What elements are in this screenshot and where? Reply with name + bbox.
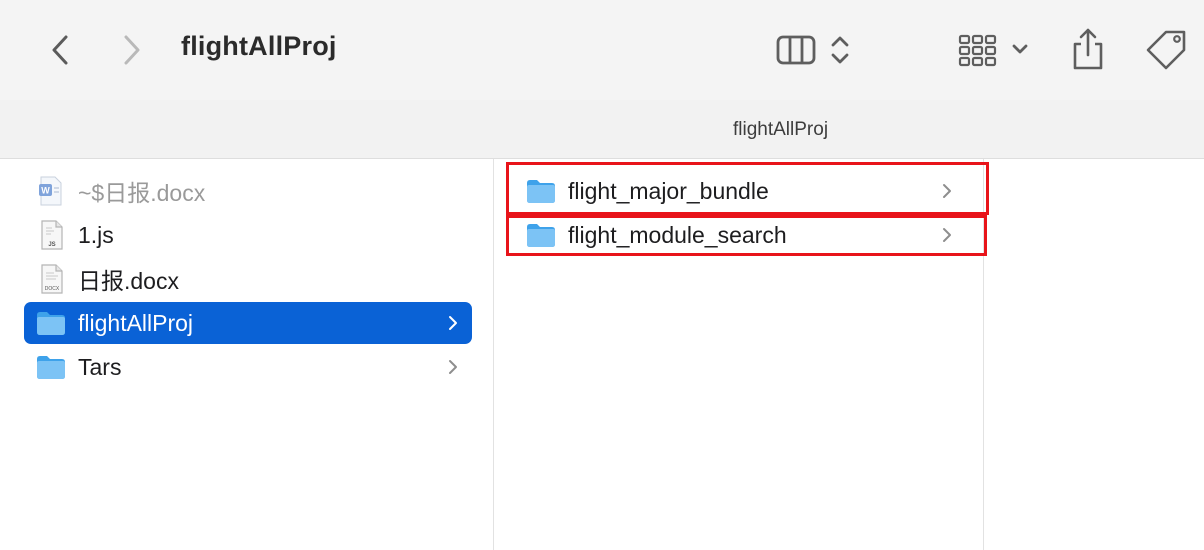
column-view-icon: [776, 35, 849, 65]
chevron-left-icon: [52, 35, 68, 65]
folder-name: Tars: [78, 353, 122, 380]
folder-name: flightAllProj: [78, 309, 194, 336]
chevron-right-icon: [943, 228, 951, 242]
group-by-button[interactable]: [952, 30, 1036, 70]
folder-icon: [36, 352, 66, 382]
folder-name: flight_major_bundle: [568, 177, 769, 204]
list-item[interactable]: DOCX 日报.docx: [24, 258, 472, 300]
back-button[interactable]: [40, 30, 80, 70]
js-file-icon: JS: [36, 220, 66, 250]
file-name: ~$日报.docx: [78, 180, 206, 206]
path-bar-title: flightAllProj: [733, 119, 829, 140]
forward-button[interactable]: [112, 30, 152, 70]
chevron-right-icon: [449, 360, 457, 374]
grid-group-icon: [958, 34, 1028, 67]
list-item[interactable]: flight_major_bundle: [516, 170, 966, 212]
list-item[interactable]: flight_module_search: [516, 214, 966, 256]
chevron-right-icon: [943, 184, 951, 198]
tag-button[interactable]: [1140, 28, 1192, 72]
toolbar: flightAllProj: [0, 0, 1204, 100]
file-name: 1.js: [78, 221, 114, 248]
list-item[interactable]: JS 1.js: [24, 214, 472, 256]
share-button[interactable]: [1066, 26, 1110, 74]
browser-column-2[interactable]: flight_major_bundle flight_module_search: [494, 159, 984, 550]
svg-text:W: W: [41, 186, 50, 196]
folder-icon: [36, 308, 66, 338]
list-item-selected[interactable]: flightAllProj: [24, 302, 472, 344]
path-bar: flightAllProj: [0, 100, 1204, 159]
browser-column-3[interactable]: [984, 159, 1204, 550]
svg-text:JS: JS: [48, 242, 55, 248]
svg-text:DOCX: DOCX: [45, 286, 60, 292]
file-name: 日报.docx: [78, 268, 179, 294]
window-title: flightAllProj: [181, 31, 337, 61]
chevron-right-icon: [449, 316, 457, 330]
view-mode-button[interactable]: [770, 30, 860, 70]
list-item[interactable]: W ~$日报.docx: [24, 170, 472, 212]
folder-icon: [526, 220, 556, 250]
list-item[interactable]: Tars: [24, 346, 472, 388]
docx-file-icon: DOCX: [36, 264, 66, 294]
word-document-icon: W: [36, 176, 66, 206]
chevron-right-icon: [124, 35, 140, 65]
tag-icon: [1146, 30, 1186, 70]
share-icon: [1073, 28, 1103, 70]
folder-icon: [526, 176, 556, 206]
browser-column-1[interactable]: W ~$日报.docx JS 1.js DOCX 日报.docx flightA…: [0, 159, 494, 550]
finder-window: flightAllProj flightAllProj W ~$日报.docx …: [0, 0, 1204, 550]
folder-name: flight_module_search: [568, 221, 787, 248]
